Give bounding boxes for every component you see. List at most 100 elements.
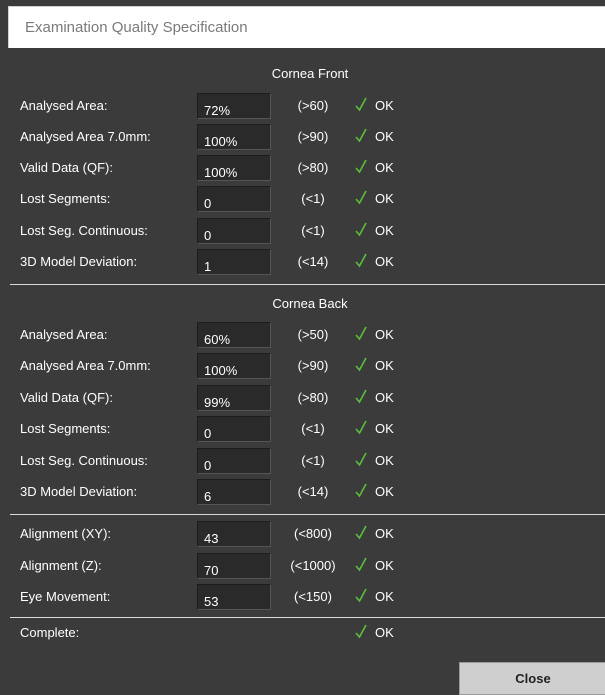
row-label: Valid Data (QF):	[20, 390, 113, 405]
range-text: (<1000)	[290, 558, 336, 573]
range-text: (<1)	[301, 191, 325, 206]
range-text: (>50)	[297, 327, 329, 342]
row-alignment-z: Alignment (Z): 70 (<1000) OK	[0, 553, 605, 579]
status-text: OK	[375, 558, 394, 573]
checkmark-icon	[355, 420, 367, 435]
section-divider	[10, 514, 605, 515]
row-label: Analysed Area 7.0mm:	[20, 129, 151, 144]
value-field[interactable]: 99%	[197, 385, 271, 411]
row-back-lost-segments: Lost Segments: 0 (<1) OK	[0, 416, 605, 442]
checkmark-icon	[355, 253, 367, 268]
checkmark-icon	[355, 190, 367, 205]
checkmark-icon	[355, 97, 367, 112]
row-back-3d-model-deviation: 3D Model Deviation: 6 (<14) OK	[0, 479, 605, 505]
row-label: Lost Seg. Continuous:	[20, 453, 148, 468]
checkmark-icon	[355, 128, 367, 143]
checkmark-icon	[355, 222, 367, 237]
status-text: OK	[375, 129, 394, 144]
row-front-lost-seg-continuous: Lost Seg. Continuous: 0 (<1) OK	[0, 218, 605, 244]
value-field[interactable]: 0	[197, 186, 271, 212]
row-front-analysed-area: Analysed Area: 72% (>60) OK	[0, 93, 605, 119]
section-title-cornea-back: Cornea Back	[272, 296, 348, 311]
value-field[interactable]: 0	[197, 416, 271, 442]
close-button[interactable]: Close	[459, 662, 605, 695]
row-back-lost-seg-continuous: Lost Seg. Continuous: 0 (<1) OK	[0, 448, 605, 474]
row-back-valid-data: Valid Data (QF): 99% (>80) OK	[0, 385, 605, 411]
row-back-analysed-area-7mm: Analysed Area 7.0mm: 100% (>90) OK	[0, 353, 605, 379]
range-text: (<1)	[301, 421, 325, 436]
row-label: Valid Data (QF):	[20, 160, 113, 175]
checkmark-icon	[355, 624, 367, 639]
checkmark-icon	[355, 452, 367, 467]
value-field[interactable]: 0	[197, 448, 271, 474]
row-label: Lost Segments:	[20, 421, 111, 436]
row-label: Alignment (Z):	[20, 558, 102, 573]
checkmark-icon	[355, 525, 367, 540]
row-front-valid-data: Valid Data (QF): 100% (>80) OK	[0, 155, 605, 181]
range-text: (<14)	[297, 254, 329, 269]
row-label: Alignment (XY):	[20, 526, 112, 541]
row-label: Analysed Area:	[20, 327, 108, 342]
value-field[interactable]: 0	[197, 218, 271, 244]
value-field[interactable]: 72%	[197, 93, 271, 119]
row-label: Lost Segments:	[20, 191, 111, 206]
status-text: OK	[375, 589, 394, 604]
dialog-title-bar: Examination Quality Specification	[8, 6, 605, 48]
range-text: (<1)	[301, 453, 325, 468]
row-front-3d-model-deviation: 3D Model Deviation: 1 (<14) OK	[0, 249, 605, 275]
row-label: Eye Movement:	[20, 589, 111, 604]
row-complete: Complete: OK	[0, 620, 605, 646]
status-text: OK	[375, 98, 394, 113]
checkmark-icon	[355, 357, 367, 372]
checkmark-icon	[355, 588, 367, 603]
row-front-analysed-area-7mm: Analysed Area 7.0mm: 100% (>90) OK	[0, 124, 605, 150]
checkmark-icon	[355, 483, 367, 498]
row-label: Analysed Area:	[20, 98, 108, 113]
section-title-cornea-front: Cornea Front	[271, 66, 349, 81]
status-text: OK	[375, 390, 394, 405]
row-label: Lost Seg. Continuous:	[20, 223, 148, 238]
row-label: 3D Model Deviation:	[20, 254, 138, 269]
value-field[interactable]: 43	[197, 521, 271, 547]
value-field[interactable]: 60%	[197, 322, 271, 348]
dialog-title: Examination Quality Specification	[25, 19, 248, 36]
checkmark-icon	[355, 557, 367, 572]
status-text: OK	[375, 254, 394, 269]
range-text: (>80)	[297, 160, 329, 175]
value-field[interactable]: 100%	[197, 353, 271, 379]
checkmark-icon	[355, 159, 367, 174]
value-field[interactable]: 70	[197, 553, 271, 579]
status-text: OK	[375, 453, 394, 468]
range-text: (>90)	[297, 129, 329, 144]
row-eye-movement: Eye Movement: 53 (<150) OK	[0, 584, 605, 610]
checkmark-icon	[355, 326, 367, 341]
range-text: (<1)	[301, 223, 325, 238]
status-text: OK	[375, 160, 394, 175]
value-field[interactable]: 53	[197, 584, 271, 610]
section-divider	[10, 617, 605, 618]
status-text: OK	[375, 625, 394, 640]
status-text: OK	[375, 358, 394, 373]
row-back-analysed-area: Analysed Area: 60% (>50) OK	[0, 322, 605, 348]
status-text: OK	[375, 191, 394, 206]
range-text: (<14)	[297, 484, 329, 499]
value-field[interactable]: 6	[197, 479, 271, 505]
status-text: OK	[375, 526, 394, 541]
range-text: (>60)	[297, 98, 329, 113]
section-divider	[10, 284, 605, 285]
checkmark-icon	[355, 389, 367, 404]
status-text: OK	[375, 484, 394, 499]
value-field[interactable]: 1	[197, 249, 271, 275]
row-alignment-xy: Alignment (XY): 43 (<800) OK	[0, 521, 605, 547]
row-label: 3D Model Deviation:	[20, 484, 138, 499]
value-field[interactable]: 100%	[197, 155, 271, 181]
status-text: OK	[375, 223, 394, 238]
row-label: Analysed Area 7.0mm:	[20, 358, 151, 373]
row-front-lost-segments: Lost Segments: 0 (<1) OK	[0, 186, 605, 212]
range-text: (<800)	[294, 526, 332, 541]
value-field[interactable]: 100%	[197, 124, 271, 150]
range-text: (>90)	[297, 358, 329, 373]
range-text: (<150)	[294, 589, 332, 604]
row-label: Complete:	[20, 625, 80, 640]
range-text: (>80)	[297, 390, 329, 405]
